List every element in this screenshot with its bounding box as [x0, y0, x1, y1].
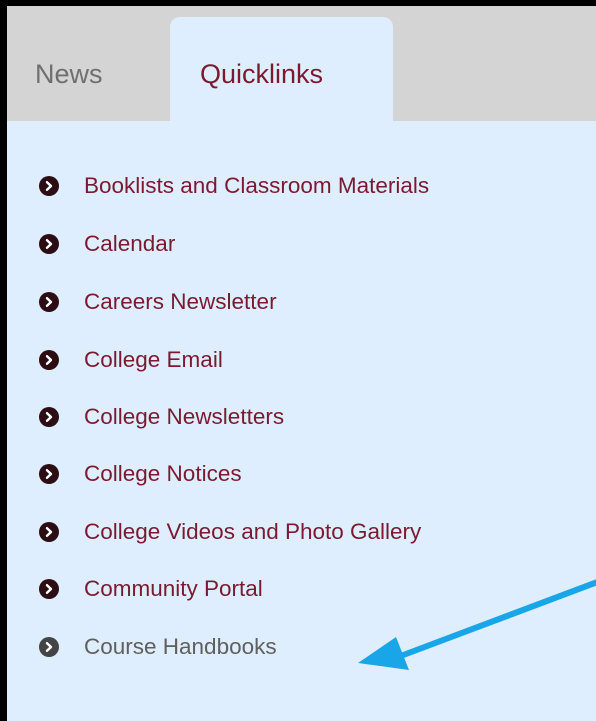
tab-bar: News Quicklinks — [7, 6, 596, 127]
chevron-circle-right-icon — [39, 176, 59, 196]
chevron-circle-right-icon — [39, 579, 59, 599]
chevron-circle-right-icon — [39, 234, 59, 254]
quicklink-label: Careers Newsletter — [84, 289, 277, 314]
quicklink-videos-photo-gallery[interactable]: College Videos and Photo Gallery — [39, 512, 421, 552]
quicklink-college-email[interactable]: College Email — [39, 340, 223, 380]
quicklink-booklists[interactable]: Booklists and Classroom Materials — [39, 166, 429, 206]
quicklink-course-handbooks[interactable]: Course Handbooks — [39, 627, 277, 667]
quicklink-label: College Email — [84, 347, 223, 372]
chevron-circle-right-icon — [39, 637, 59, 657]
chevron-circle-right-icon — [39, 350, 59, 370]
chevron-circle-right-icon — [39, 464, 59, 484]
quicklink-calendar[interactable]: Calendar — [39, 224, 175, 264]
quicklink-label: College Notices — [84, 461, 242, 486]
quicklink-label: Calendar — [84, 231, 176, 256]
quicklink-label: College Newsletters — [84, 404, 285, 429]
tab-quicklinks-label: Quicklinks — [200, 59, 324, 89]
quicklink-community-portal[interactable]: Community Portal — [39, 569, 263, 609]
chevron-circle-right-icon — [39, 292, 59, 312]
quicklink-label: Course Handbooks — [84, 634, 277, 659]
quicklink-label: College Videos and Photo Gallery — [84, 519, 422, 544]
quicklinks-widget: News Quicklinks Booklists and Classroom … — [7, 6, 596, 721]
quicklink-college-newsletters[interactable]: College Newsletters — [39, 397, 284, 437]
quicklink-label: Booklists and Classroom Materials — [84, 173, 430, 198]
quicklink-college-notices[interactable]: College Notices — [39, 454, 242, 494]
quicklink-careers-newsletter[interactable]: Careers Newsletter — [39, 282, 277, 322]
quicklink-label: Community Portal — [84, 576, 263, 601]
chevron-circle-right-icon — [39, 522, 59, 542]
tab-news[interactable]: News — [35, 61, 103, 88]
tab-quicklinks[interactable]: Quicklinks — [170, 17, 393, 127]
chevron-circle-right-icon — [39, 407, 59, 427]
